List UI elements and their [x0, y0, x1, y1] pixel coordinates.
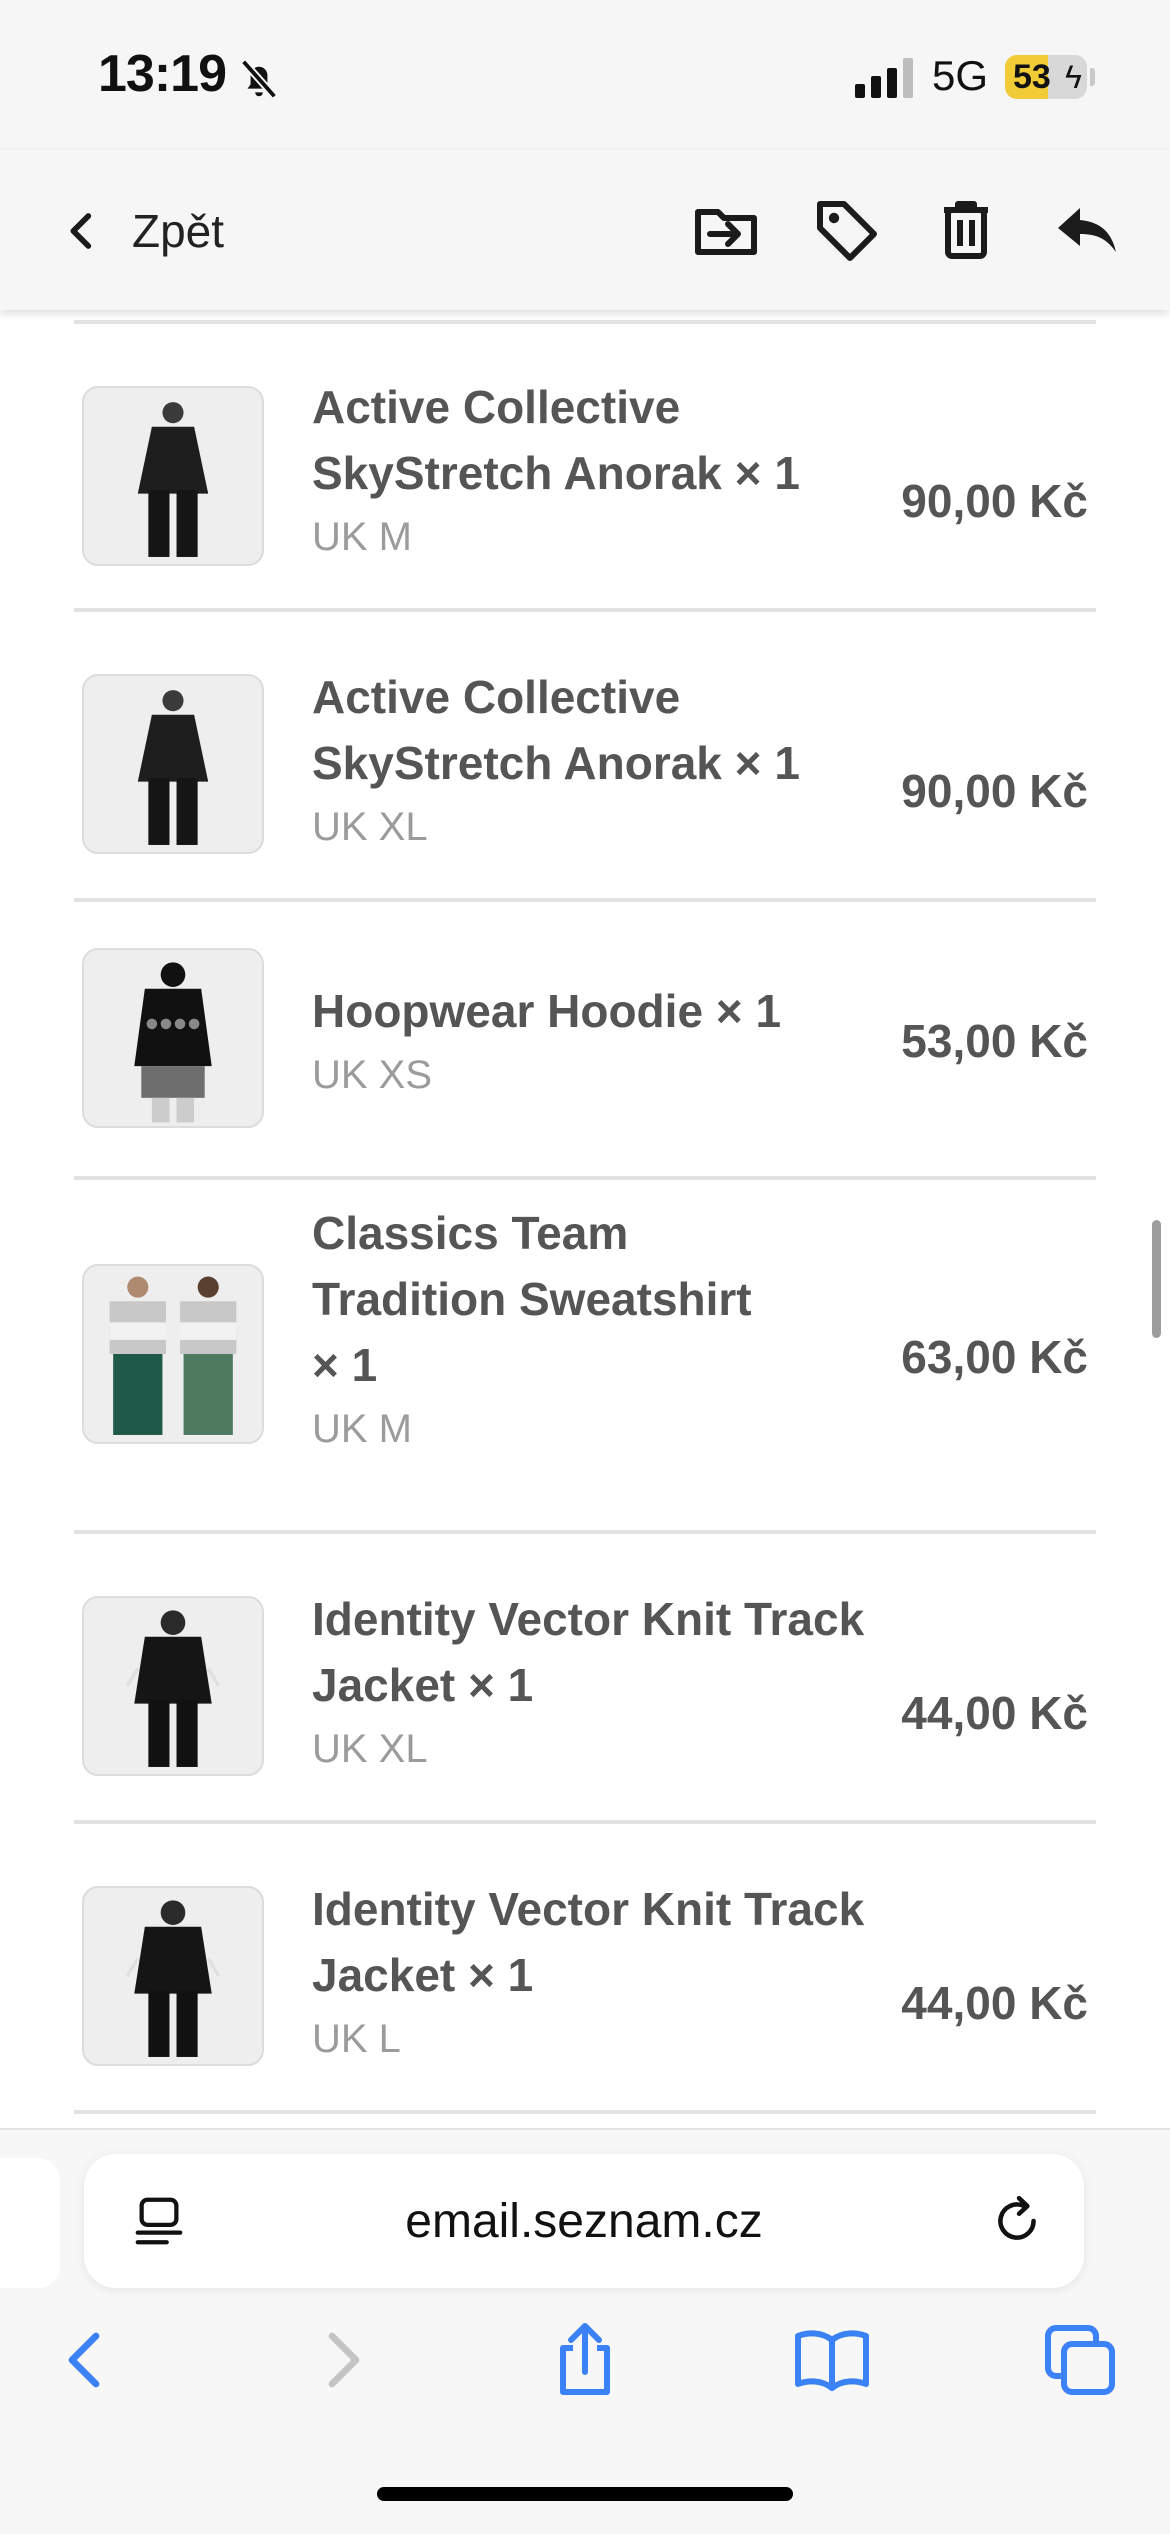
trash-icon — [944, 201, 988, 259]
item-size: UK M — [312, 1407, 412, 1451]
item-price: 63,00 Kč — [901, 1331, 1088, 1383]
reply-icon — [1058, 208, 1116, 252]
product-image-graphic — [125, 1610, 221, 1767]
divider — [74, 2110, 1096, 2114]
tabs-icon — [1045, 2325, 1115, 2395]
url-text: email.seznam.cz — [405, 2195, 763, 2248]
product-image-graphic — [137, 402, 209, 557]
share-icon — [560, 2323, 610, 2395]
address-bar[interactable]: email.seznam.cz — [84, 2154, 1084, 2288]
item-price: 53,00 Kč — [901, 1015, 1088, 1067]
list-item: Active Collective SkyStretch Anorak × 1 … — [74, 612, 1096, 898]
product-image-graphic — [109, 1276, 237, 1435]
item-info: Identity Vector Knit Track Jacket × 1 UK… — [312, 1586, 872, 1780]
back-label: Zpět — [132, 205, 225, 257]
product-image-graphic — [125, 1900, 221, 2057]
item-info: Identity Vector Knit Track Jacket × 1 UK… — [312, 1876, 872, 2070]
list-item: Hoopwear Hoodie × 1 UK XS 53,00 Kč — [74, 902, 1096, 1176]
reply-button[interactable] — [1050, 194, 1122, 266]
product-image — [82, 1596, 264, 1776]
product-image — [82, 674, 264, 854]
item-info: Classics Team Tradition Sweatshirt × 1 U… — [312, 1200, 872, 1460]
item-title: Hoopwear Hoodie × 1 — [312, 985, 782, 1037]
product-image-graphic — [134, 962, 212, 1123]
delete-button[interactable] — [930, 194, 1002, 266]
battery-icon: 53 ϟ — [1005, 55, 1087, 99]
product-image — [82, 1264, 264, 1444]
chevron-left-icon — [70, 213, 92, 249]
divider — [74, 320, 1096, 324]
list-item: Identity Vector Knit Track Jacket × 1 UK… — [74, 1824, 1096, 2110]
mail-toolbar: Zpět — [0, 150, 1170, 310]
network-label: 5G — [932, 52, 989, 99]
scrollbar[interactable] — [1152, 1220, 1161, 1338]
back-nav-button[interactable] — [48, 2320, 128, 2400]
status-time: 13:19 — [98, 45, 227, 103]
item-size: UK XL — [312, 1727, 428, 1771]
bolt-icon: ϟ — [1065, 59, 1082, 95]
item-title: Active Collective SkyStretch Anorak × 1 — [312, 671, 800, 789]
previous-tab-peek[interactable] — [0, 2158, 60, 2288]
item-info: Hoopwear Hoodie × 1 UK XS — [312, 978, 872, 1106]
forward-nav-button[interactable] — [300, 2320, 380, 2400]
list-item: Active Collective SkyStretch Anorak × 1 … — [74, 340, 1096, 610]
order-items-list: Active Collective SkyStretch Anorak × 1 … — [0, 310, 1170, 2130]
tag-button[interactable] — [810, 194, 882, 266]
item-title: Classics Team Tradition Sweatshirt × 1 — [312, 1207, 752, 1391]
list-item: Identity Vector Knit Track Jacket × 1 UK… — [74, 1534, 1096, 1820]
move-to-folder-icon — [695, 209, 757, 255]
browser-bottom-bar: email.seznam.cz — [0, 2128, 1170, 2534]
item-size: UK XS — [312, 1053, 433, 1097]
item-price: 90,00 Kč — [901, 765, 1088, 817]
item-title: Identity Vector Knit Track Jacket × 1 — [312, 1883, 865, 2001]
list-item: Classics Team Tradition Sweatshirt × 1 U… — [74, 1180, 1096, 1530]
item-price: 90,00 Kč — [901, 475, 1088, 527]
item-size: UK M — [312, 515, 412, 559]
status-bar: 13:19 5G 53 ϟ — [0, 0, 1170, 150]
item-price: 44,00 Kč — [901, 1687, 1088, 1739]
bell-slash-icon — [240, 59, 278, 99]
product-image-graphic — [137, 690, 209, 845]
item-price: 44,00 Kč — [901, 1977, 1088, 2029]
signal-icon — [855, 58, 913, 98]
battery-cap — [1090, 68, 1095, 86]
bookmarks-button[interactable] — [792, 2320, 872, 2400]
back-button[interactable]: Zpět — [62, 196, 224, 266]
item-title: Identity Vector Knit Track Jacket × 1 — [312, 1593, 865, 1711]
product-image — [82, 1886, 264, 2066]
tabs-button[interactable] — [1040, 2320, 1120, 2400]
move-to-folder-button[interactable] — [690, 194, 762, 266]
back-arrow-icon — [68, 2332, 100, 2388]
product-image — [82, 386, 264, 566]
battery-percent: 53 — [1013, 58, 1051, 96]
product-image — [82, 948, 264, 1128]
forward-arrow-icon — [328, 2332, 360, 2388]
item-info: Active Collective SkyStretch Anorak × 1 … — [312, 664, 872, 858]
share-button[interactable] — [545, 2320, 625, 2400]
tag-icon — [817, 201, 877, 261]
reload-icon[interactable] — [988, 2192, 1046, 2250]
home-indicator — [377, 2487, 793, 2501]
item-size: UK L — [312, 2017, 401, 2061]
item-info: Active Collective SkyStretch Anorak × 1 … — [312, 374, 872, 568]
item-title: Active Collective SkyStretch Anorak × 1 — [312, 381, 800, 499]
bookmarks-icon — [795, 2330, 869, 2391]
item-size: UK XL — [312, 805, 428, 849]
